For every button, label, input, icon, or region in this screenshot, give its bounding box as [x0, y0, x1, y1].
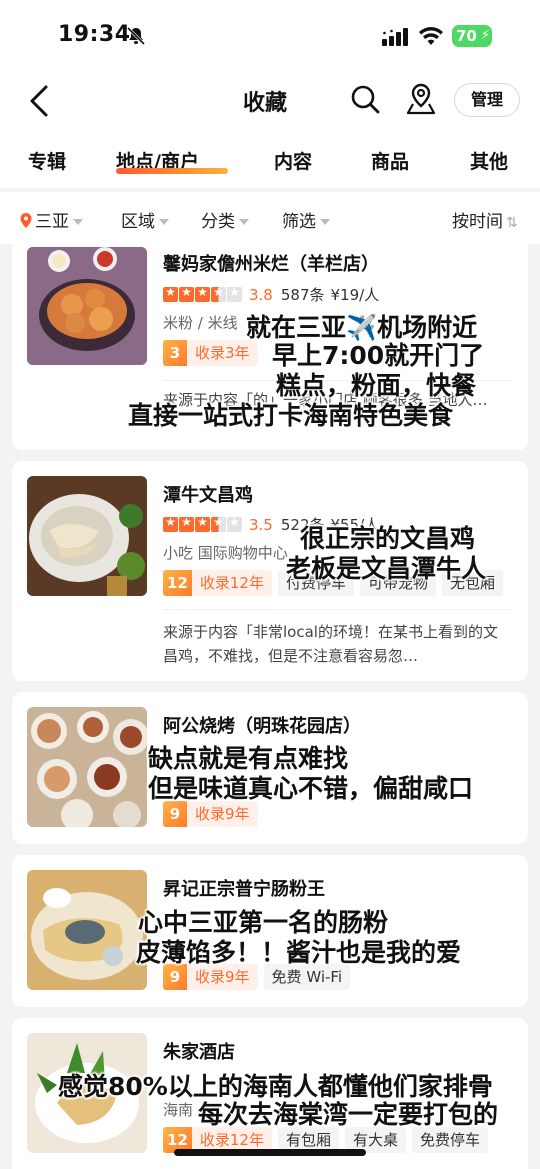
battery-indicator: 70 ⚡	[452, 25, 492, 47]
collected-badge: 3 收录3年	[163, 340, 258, 366]
merchant-photo	[27, 707, 147, 827]
home-indicator[interactable]	[174, 1149, 366, 1156]
overlay-caption: 皮薄馅多！！酱汁也是我的爱	[136, 938, 462, 967]
merchant-name: 馨妈家儋州米烂（羊栏店）	[163, 254, 379, 275]
merchant-photo	[27, 476, 147, 596]
overlay-caption: 每次去海棠湾一定要打包的	[198, 1100, 499, 1129]
caret-down-icon	[239, 219, 249, 225]
collected-badge: 12 收录12年	[163, 570, 272, 596]
location-pin-icon	[20, 213, 32, 228]
search-icon[interactable]	[350, 84, 380, 114]
rating-row: 3.8 587条 ¥19/人	[163, 284, 379, 306]
wifi-icon	[419, 27, 443, 45]
screen-filter-label: 筛选	[282, 212, 316, 232]
manage-button[interactable]: 管理	[454, 83, 520, 117]
screen-filter[interactable]: 筛选	[282, 207, 330, 232]
merchant-photo	[27, 870, 147, 990]
tab-content[interactable]: 内容	[274, 147, 312, 174]
category-filter[interactable]: 分类	[201, 207, 249, 232]
page-title-text: 收藏	[242, 91, 287, 116]
caret-down-icon	[73, 219, 83, 225]
map-location-icon[interactable]	[406, 82, 436, 116]
merchant-category: 米粉 / 米线	[163, 314, 238, 332]
category-tabs: 专辑 地点/商户 内容 商品 其他	[0, 132, 540, 188]
caret-down-icon	[159, 219, 169, 225]
caret-down-icon	[320, 219, 330, 225]
tab-products[interactable]: 商品	[371, 147, 409, 174]
nav-bar: 收藏 管理	[0, 70, 540, 132]
collected-years-number: 3	[163, 340, 187, 366]
collected-years-label: 收录12年	[199, 574, 264, 592]
filter-bar: 三亚 区域 分类 筛选 按时间 ⇅	[0, 192, 540, 244]
star-rating	[163, 285, 243, 306]
status-time: 19:34	[58, 22, 131, 47]
battery-level: 70	[456, 27, 477, 45]
merchant-name: 阿公烧烤（明珠花园店）	[163, 716, 361, 737]
cellular-signal-icon	[382, 28, 408, 46]
active-tab-indicator	[116, 168, 228, 174]
area-filter[interactable]: 区域	[121, 207, 169, 232]
rating-score: 3.8	[249, 286, 273, 304]
collected-years-number: 12	[163, 570, 192, 596]
review-count: 587条	[280, 286, 325, 304]
overlay-caption: 直接一站式打卡海南特色美食	[128, 401, 454, 430]
rating-score: 3.5	[249, 516, 273, 534]
sort-filter-label: 按时间	[452, 212, 503, 232]
merchant-name: 朱家酒店	[163, 1042, 235, 1063]
city-filter[interactable]: 三亚	[20, 207, 83, 232]
merchant-category: 小吃 国际购物中心	[163, 544, 288, 562]
bell-slash-icon	[126, 26, 146, 46]
star-rating	[163, 515, 243, 536]
tab-albums[interactable]: 专辑	[28, 147, 66, 174]
area-filter-label: 区域	[121, 212, 155, 232]
divider	[163, 609, 512, 610]
source-excerpt: 来源于内容「非常local的环境！在某书上看到的文昌鸡，不难找，但是不注意看容易…	[163, 623, 498, 665]
sort-filter[interactable]: 按时间 ⇅	[452, 207, 518, 232]
sort-icon: ⇅	[506, 215, 518, 231]
overlay-caption: 老板是文昌潭牛人	[286, 554, 487, 583]
merchant-name: 潭牛文昌鸡	[163, 485, 253, 506]
status-bar: 19:34 70 ⚡	[0, 0, 540, 70]
merchant-photo	[27, 247, 147, 365]
overlay-caption: 但是味道真心不错，偏甜咸口	[148, 774, 474, 803]
charging-bolt-icon: ⚡	[480, 28, 490, 43]
tab-others[interactable]: 其他	[470, 147, 508, 174]
merchant-name: 昇记正宗普宁肠粉王	[163, 879, 325, 900]
avg-price: ¥19/人	[330, 286, 380, 304]
category-filter-label: 分类	[201, 212, 235, 232]
city-filter-label: 三亚	[35, 212, 69, 232]
